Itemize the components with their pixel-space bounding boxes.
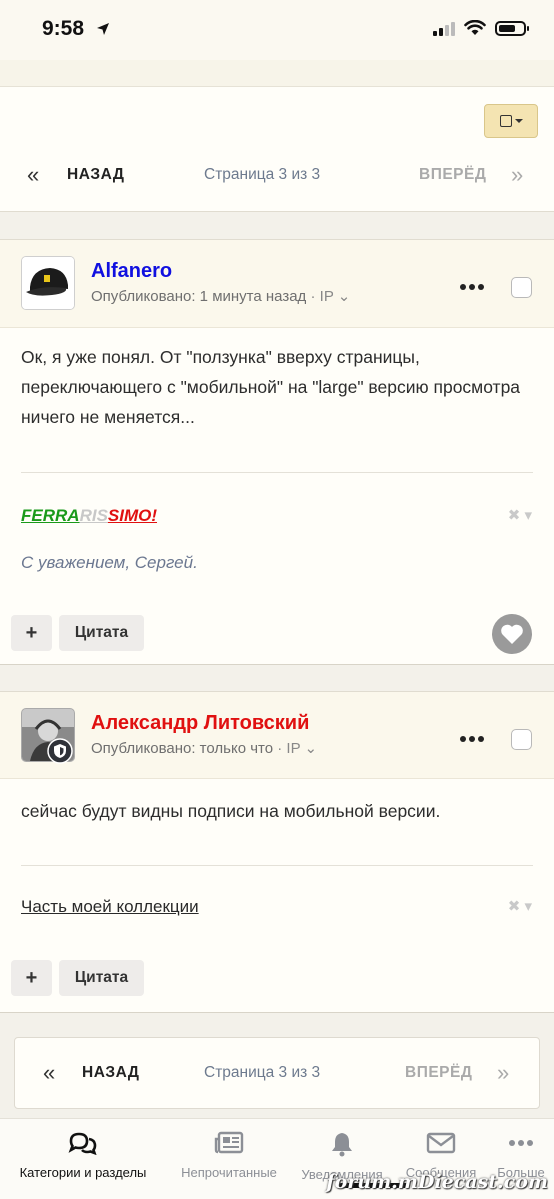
signature-greeting: С уважением, Сергей. bbox=[21, 553, 198, 572]
newspaper-icon bbox=[214, 1131, 244, 1154]
post-header: Александр Литовский Опубликовано: только… bbox=[0, 692, 554, 779]
post-litovsky: Александр Литовский Опубликовано: только… bbox=[0, 691, 554, 1013]
prev-page-button[interactable]: НАЗАД bbox=[67, 166, 124, 184]
tab-label: Категории и разделы bbox=[19, 1165, 147, 1180]
bottom-pager: « НАЗАД Страница 3 из 3 ВПЕРЁД » bbox=[15, 1052, 539, 1094]
post-select-checkbox[interactable] bbox=[511, 729, 532, 750]
signature-link[interactable]: Часть моей коллекции bbox=[21, 897, 199, 917]
avatar[interactable] bbox=[21, 256, 75, 310]
post-menu-icon[interactable] bbox=[460, 736, 484, 742]
battery-icon bbox=[495, 20, 529, 36]
multiquote-button[interactable]: + bbox=[11, 960, 52, 996]
location-arrow-icon bbox=[97, 23, 109, 35]
first-page-button[interactable]: « bbox=[27, 162, 39, 188]
multiquote-button[interactable]: + bbox=[11, 615, 52, 651]
post-body: Ок, я уже понял. От "ползунка" вверху ст… bbox=[21, 347, 521, 427]
post-date[interactable]: Опубликовано: 1 минута назад bbox=[91, 288, 306, 305]
last-page-button[interactable]: » bbox=[497, 1060, 509, 1086]
signature-divider bbox=[21, 865, 533, 866]
next-page-button[interactable]: ВПЕРЁД bbox=[405, 1064, 472, 1082]
forum-watermark: forum.mDiecast.com bbox=[326, 1171, 548, 1193]
top-strip bbox=[0, 60, 554, 86]
post-menu-icon[interactable] bbox=[460, 284, 484, 290]
signature-hide-icon[interactable]: ✖ ▾ bbox=[508, 897, 532, 915]
moderator-shield-icon bbox=[47, 738, 73, 764]
cap-avatar-icon bbox=[22, 257, 74, 309]
ip-toggle[interactable]: · IP bbox=[277, 740, 300, 757]
more-dots-icon bbox=[509, 1140, 533, 1146]
multi-select-button[interactable] bbox=[484, 104, 538, 138]
prev-page-button[interactable]: НАЗАД bbox=[82, 1064, 139, 1082]
top-pager-card: « НАЗАД Страница 3 из 3 ВПЕРЁД » bbox=[0, 86, 554, 212]
like-heart-icon[interactable] bbox=[492, 614, 532, 654]
next-page-button[interactable]: ВПЕРЁД bbox=[419, 166, 486, 184]
tab-categories[interactable]: Категории и разделы bbox=[8, 1131, 158, 1180]
checkbox-square-icon bbox=[499, 115, 512, 127]
last-page-button[interactable]: » bbox=[511, 162, 523, 188]
post-date[interactable]: Опубликовано: только что bbox=[91, 740, 273, 757]
chevron-down-icon: ⌄ bbox=[304, 740, 318, 757]
wifi-icon bbox=[464, 20, 486, 35]
post-header: Alfanero Опубликовано: 1 минута назад · … bbox=[0, 240, 554, 328]
page-indicator[interactable]: Страница 3 из 3 bbox=[204, 1064, 320, 1082]
chevron-down-icon: ⌄ bbox=[337, 288, 351, 305]
post-body: сейчас будут видны подписи на мобильной … bbox=[21, 801, 441, 821]
status-bar: 9:58 bbox=[0, 0, 554, 60]
post-select-checkbox[interactable] bbox=[511, 277, 532, 298]
signal-icon bbox=[433, 20, 455, 36]
bottom-pager-card: « НАЗАД Страница 3 из 3 ВПЕРЁД » bbox=[14, 1037, 540, 1109]
sig-part-green: FERRA bbox=[21, 506, 80, 525]
ip-toggle[interactable]: · IP bbox=[310, 288, 333, 305]
status-time: 9:58 bbox=[42, 17, 85, 40]
quote-button[interactable]: Цитата bbox=[59, 960, 144, 996]
signature-divider bbox=[21, 472, 533, 473]
sig-part-red: SIMO! bbox=[107, 506, 158, 525]
caret-down-icon bbox=[514, 119, 523, 123]
envelope-icon bbox=[426, 1132, 456, 1154]
top-pager: « НАЗАД Страница 3 из 3 ВПЕРЁД » bbox=[0, 153, 554, 197]
quote-button[interactable]: Цитата bbox=[59, 615, 144, 651]
post-alfanero: Alfanero Опубликовано: 1 минута назад · … bbox=[0, 239, 554, 665]
signature-ferrarissimo: FERRARISSIMO! bbox=[21, 506, 157, 526]
tab-unread[interactable]: Непрочитанные bbox=[176, 1131, 282, 1180]
signature-hide-icon[interactable]: ✖ ▾ bbox=[508, 506, 532, 524]
chat-bubbles-icon bbox=[68, 1132, 97, 1155]
first-page-button[interactable]: « bbox=[43, 1060, 55, 1086]
tab-label: Непрочитанные bbox=[181, 1165, 277, 1180]
page-indicator[interactable]: Страница 3 из 3 bbox=[204, 166, 320, 184]
bell-icon bbox=[332, 1133, 352, 1157]
author-name[interactable]: Александр Литовский bbox=[91, 712, 309, 735]
author-name[interactable]: Alfanero bbox=[91, 260, 172, 283]
sig-part-white: RIS bbox=[79, 506, 108, 525]
post-meta: Опубликовано: 1 минута назад · IP ⌄ bbox=[91, 287, 350, 305]
post-meta: Опубликовано: только что · IP ⌄ bbox=[91, 739, 317, 757]
